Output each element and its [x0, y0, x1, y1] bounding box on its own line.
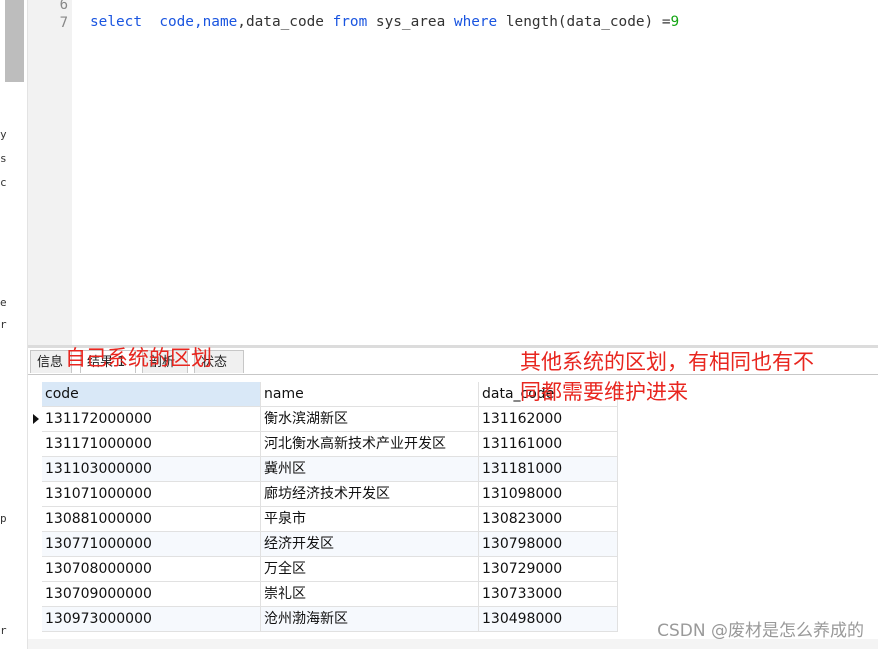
row-header[interactable]: [28, 457, 42, 482]
keyword-from: from: [332, 14, 368, 30]
row-header[interactable]: [28, 507, 42, 532]
navigator-text: e: [0, 296, 7, 309]
column-name: name: [202, 14, 238, 30]
navigator-text: c: [0, 176, 7, 189]
query-line[interactable]: select code,name,data_code from sys_area…: [90, 14, 679, 30]
cell-data-code[interactable]: 131162000: [479, 407, 618, 432]
row-header[interactable]: [28, 582, 42, 607]
row-header: [28, 382, 42, 407]
cell-name[interactable]: 廊坊经济技术开发区: [261, 482, 479, 507]
navigator-text: r: [0, 624, 7, 637]
sql-editor[interactable]: 6 7 select code,name,data_code from sys_…: [28, 0, 878, 345]
cell-code[interactable]: 130708000000: [42, 557, 261, 582]
annotation-other-system: 其他系统的区划，有相同也有不 同都需要维护进来: [520, 347, 814, 407]
keyword-select: select: [90, 14, 142, 30]
table-name: sys_area: [367, 14, 454, 30]
cell-data-code[interactable]: 130823000: [479, 507, 618, 532]
cell-code[interactable]: 131103000000: [42, 457, 261, 482]
annotation-own-system: 自己系统的区划: [65, 346, 212, 370]
line-number-gutter: 6 7: [28, 0, 72, 345]
cell-name[interactable]: 经济开发区: [261, 532, 479, 557]
cell-data-code[interactable]: 130729000: [479, 557, 618, 582]
keyword-where: where: [453, 14, 498, 30]
cell-code[interactable]: 131171000000: [42, 432, 261, 457]
watermark: CSDN @废材是怎么养成的: [657, 621, 864, 641]
column-header-name[interactable]: name: [261, 382, 479, 407]
cell-name[interactable]: 崇礼区: [261, 582, 479, 607]
row-header[interactable]: [28, 482, 42, 507]
cell-code[interactable]: 130771000000: [42, 532, 261, 557]
where-condition: length(data_code) =: [497, 14, 671, 30]
line-number: 7: [59, 15, 68, 31]
row-header[interactable]: [28, 407, 42, 432]
column-data-code: ,data_code: [237, 14, 333, 30]
cell-name[interactable]: 衡水滨湖新区: [261, 407, 479, 432]
navigator-text: p: [0, 512, 7, 525]
cell-data-code[interactable]: 131098000: [479, 482, 618, 507]
row-header[interactable]: [28, 607, 42, 632]
where-value: 9: [670, 14, 680, 30]
cell-code[interactable]: 130973000000: [42, 607, 261, 632]
cell-code[interactable]: 131071000000: [42, 482, 261, 507]
navigator-scrollbar[interactable]: [5, 0, 24, 82]
cell-name[interactable]: 沧州渤海新区: [261, 607, 479, 632]
cell-data-code[interactable]: 130733000: [479, 582, 618, 607]
cell-code[interactable]: 130881000000: [42, 507, 261, 532]
cell-data-code[interactable]: 131181000: [479, 457, 618, 482]
cell-name[interactable]: 冀州区: [261, 457, 479, 482]
current-row-arrow-icon: [33, 414, 39, 424]
navigator-text: s: [0, 152, 7, 165]
row-header[interactable]: [28, 557, 42, 582]
cell-data-code[interactable]: 130498000: [479, 607, 618, 632]
row-header[interactable]: [28, 532, 42, 557]
navigator-text: r: [0, 318, 7, 331]
column-code: code,: [159, 14, 203, 30]
line-number: 6: [59, 0, 68, 13]
navigator-text: y: [0, 128, 7, 141]
navigator-strip: y s c e r p r: [0, 0, 27, 649]
cell-name[interactable]: 万全区: [261, 557, 479, 582]
cell-name[interactable]: 河北衡水高新技术产业开发区: [261, 432, 479, 457]
annotation-line: 其他系统的区划，有相同也有不: [520, 350, 814, 374]
cell-name[interactable]: 平泉市: [261, 507, 479, 532]
row-header[interactable]: [28, 432, 42, 457]
cell-data-code[interactable]: 131161000: [479, 432, 618, 457]
cell-code[interactable]: 131172000000: [42, 407, 261, 432]
cell-code[interactable]: 130709000000: [42, 582, 261, 607]
annotation-line: 同都需要维护进来: [520, 380, 688, 404]
column-header-code[interactable]: code: [42, 382, 261, 407]
cell-data-code[interactable]: 130798000: [479, 532, 618, 557]
